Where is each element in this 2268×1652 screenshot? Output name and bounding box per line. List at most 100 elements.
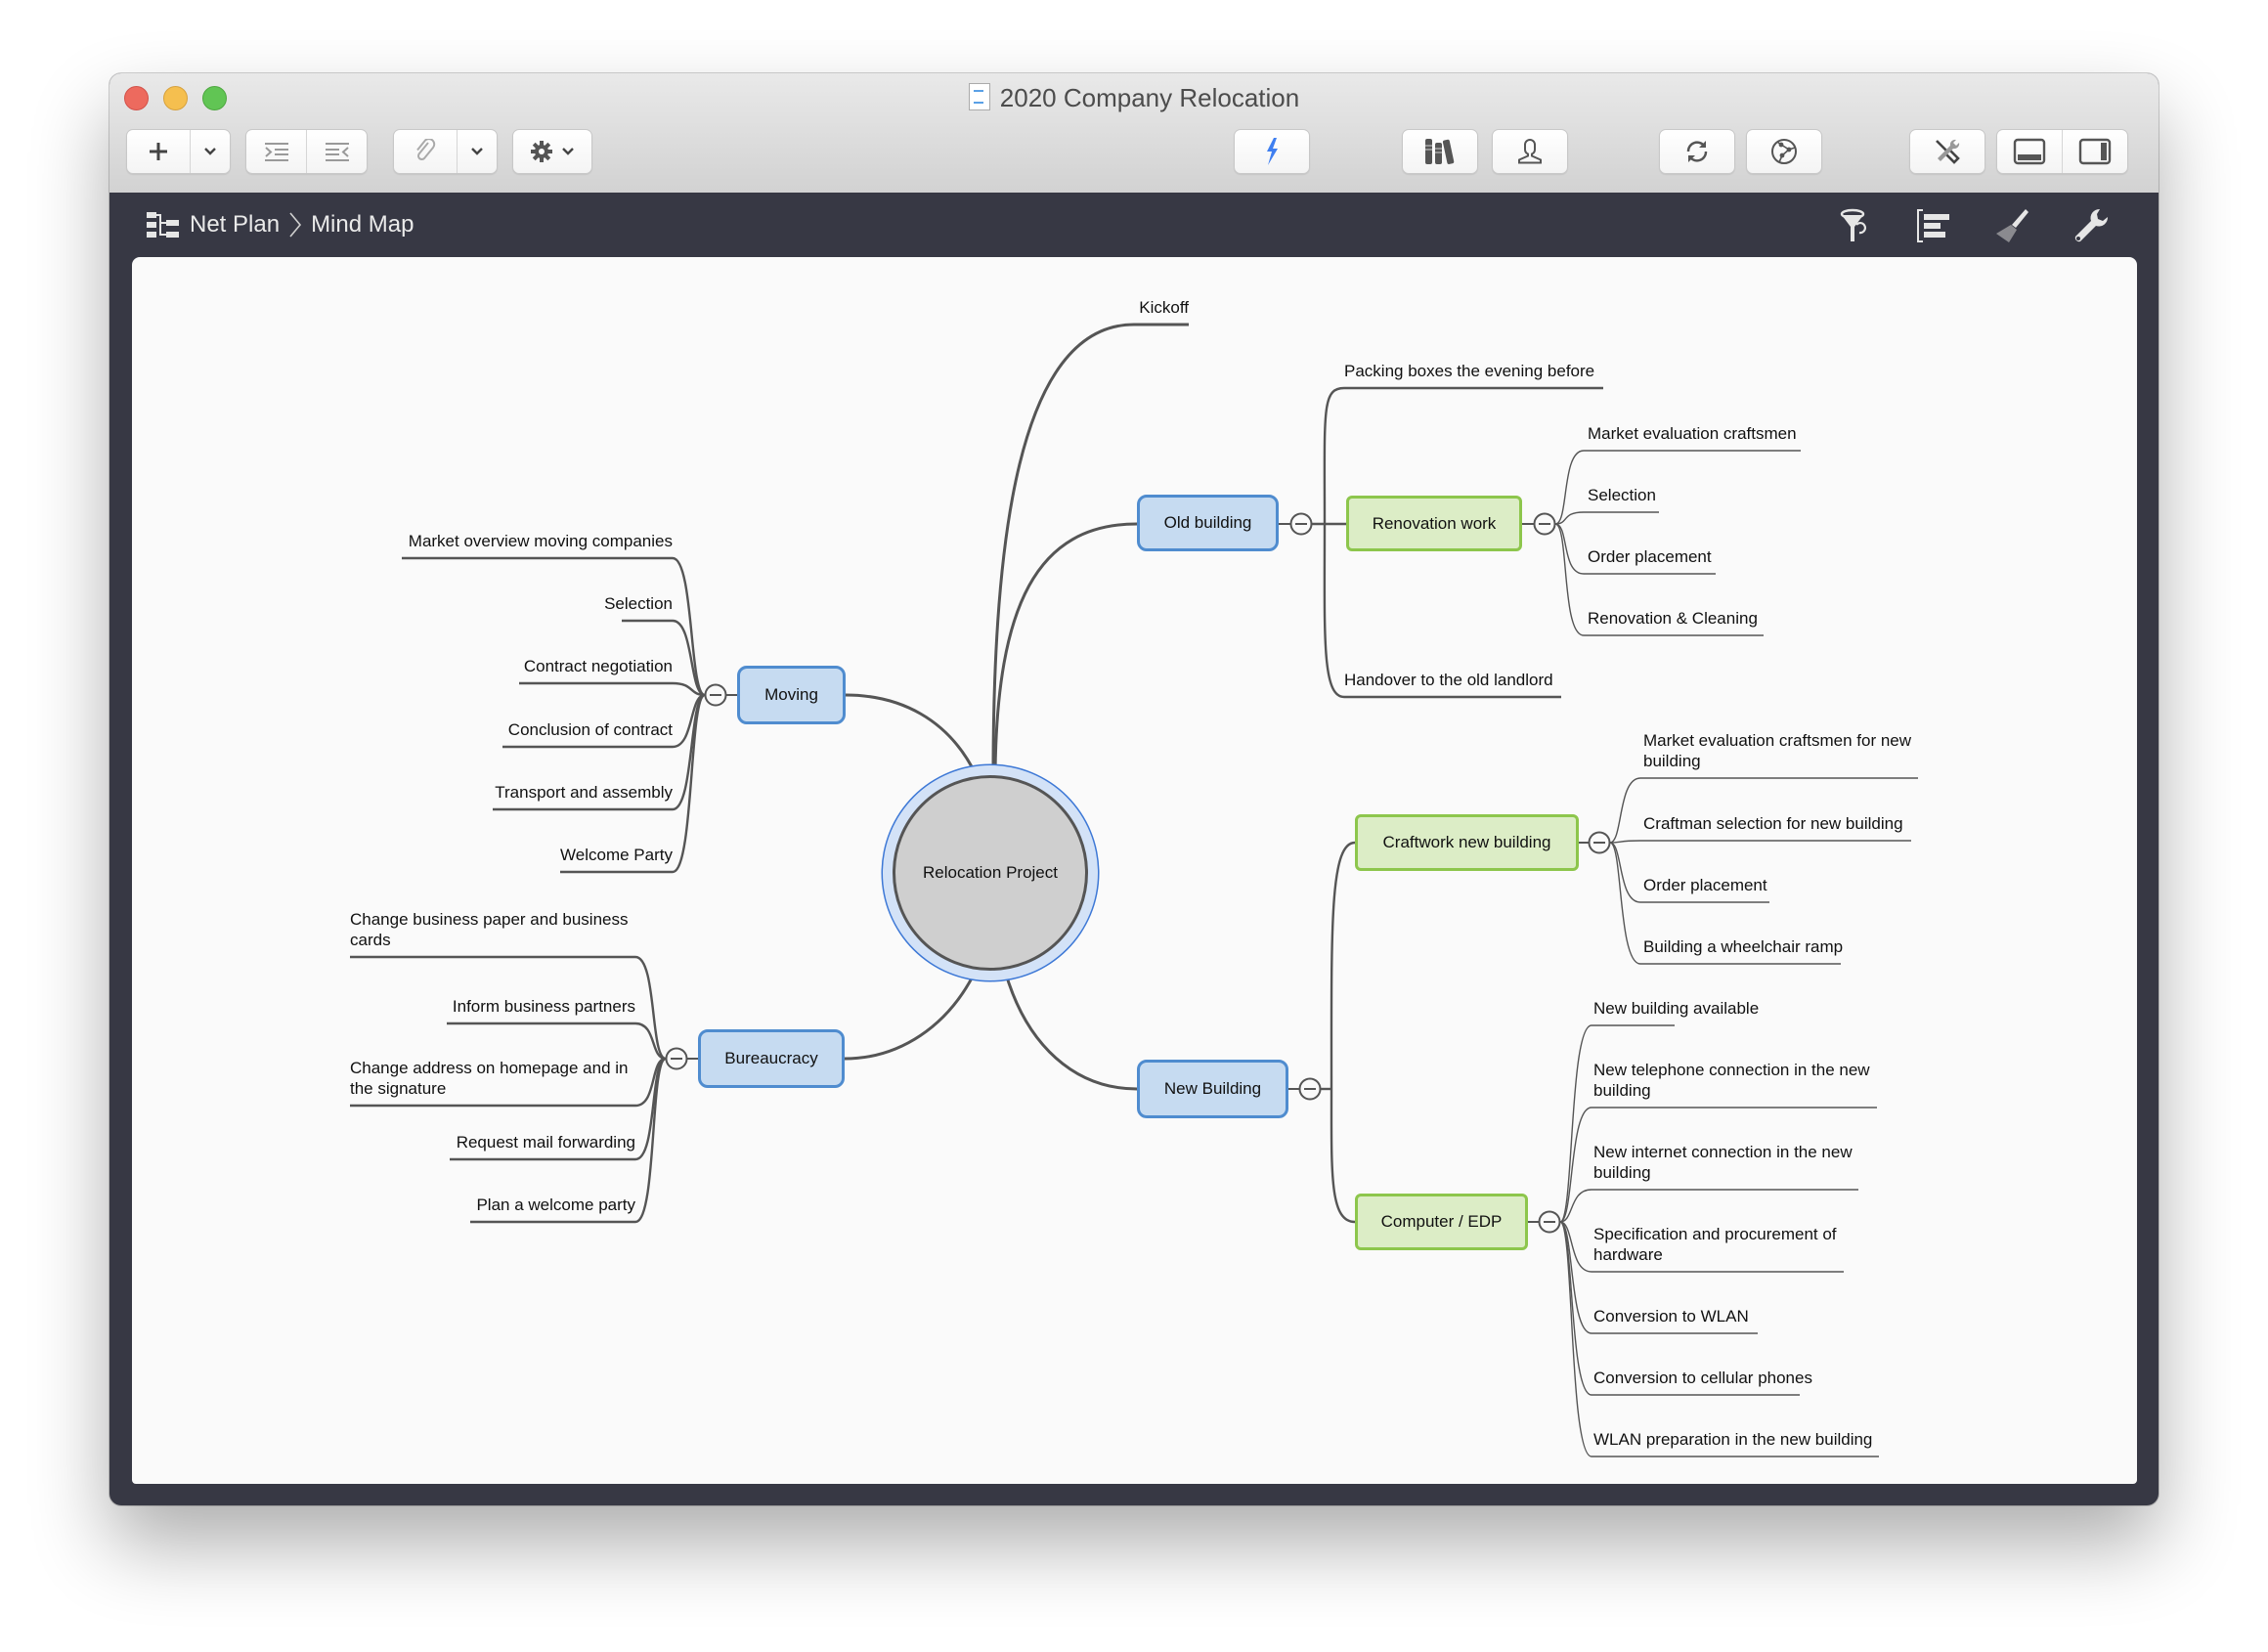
resources-button[interactable] xyxy=(1492,129,1568,174)
add-menu-button[interactable] xyxy=(190,130,230,173)
node-label: Bureaucracy xyxy=(724,1049,818,1067)
leaf-bureaucracy-4[interactable]: Plan a welcome party xyxy=(476,1195,635,1215)
link-button[interactable] xyxy=(394,130,457,173)
node-label: Old building xyxy=(1163,513,1252,532)
breadcrumb: Net Plan Mind Map xyxy=(147,210,414,239)
leaf-kickoff[interactable]: Kickoff xyxy=(1139,297,1189,318)
filter-icon[interactable] xyxy=(1836,206,1875,245)
chevron-down-icon xyxy=(471,148,483,155)
link-button-group xyxy=(393,129,498,174)
leaf-craftwork-3[interactable]: Building a wheelchair ramp xyxy=(1643,936,1843,957)
sync-button-content xyxy=(1660,130,1734,173)
leaf-computer-4[interactable]: Conversion to WLAN xyxy=(1593,1306,1749,1326)
leaf-bureaucracy-2[interactable]: Change address on homepage and in the si… xyxy=(350,1058,629,1099)
topic-new-building[interactable]: New Building xyxy=(1137,1060,1288,1118)
leaf-craftwork-0[interactable]: Market evaluation craftsmen for new buil… xyxy=(1643,730,1911,771)
tools-button-content xyxy=(1910,130,1984,173)
mind-map-canvas[interactable]: Kickoff Moving Market overview moving comp… xyxy=(132,257,2137,1484)
leaf-computer-1[interactable]: New telephone connection in the new buil… xyxy=(1593,1060,1870,1101)
connector-computer-child xyxy=(1559,1189,1858,1223)
leaf-computer-5[interactable]: Conversion to cellular phones xyxy=(1593,1368,1812,1388)
breadcrumb-item-mind-map[interactable]: Mind Map xyxy=(311,211,414,239)
leaf-computer-2[interactable]: New internet connection in the new build… xyxy=(1593,1142,1853,1183)
document-icon xyxy=(968,83,990,110)
collapse-moving[interactable] xyxy=(704,683,727,707)
lightning-button[interactable] xyxy=(1234,129,1310,174)
connector-moving xyxy=(845,693,978,775)
connector-old-building xyxy=(993,522,1138,773)
leaf-packing[interactable]: Packing boxes the evening before xyxy=(1344,361,1594,381)
tools-button[interactable] xyxy=(1909,129,1985,174)
leaf-moving-3[interactable]: Conclusion of contract xyxy=(508,719,673,740)
network-button-content xyxy=(1747,130,1821,173)
leaf-moving-1[interactable]: Selection xyxy=(604,593,673,614)
settings-button[interactable] xyxy=(512,129,592,174)
topic-craftwork-new-building[interactable]: Craftwork new building xyxy=(1355,814,1579,871)
tools-icon xyxy=(1936,139,1960,164)
window-title: 2020 Company Relocation xyxy=(109,83,2159,113)
leaf-bureaucracy-3[interactable]: Request mail forwarding xyxy=(457,1132,635,1152)
outdent-icon xyxy=(325,143,349,161)
plus-icon xyxy=(150,143,167,160)
resources-button-content xyxy=(1493,130,1567,173)
window-title-text: 2020 Company Relocation xyxy=(999,83,1300,112)
network-button[interactable] xyxy=(1746,129,1822,174)
topic-moving[interactable]: Moving xyxy=(737,666,846,724)
topic-old-building[interactable]: Old building xyxy=(1137,495,1279,551)
leaf-moving-5[interactable]: Welcome Party xyxy=(560,845,673,865)
add-button-group xyxy=(126,129,231,174)
bottom-panel-icon xyxy=(2013,138,2046,165)
collapse-new-building[interactable] xyxy=(1298,1077,1322,1101)
leaf-bureaucracy-1[interactable]: Inform business partners xyxy=(453,996,635,1017)
add-button[interactable] xyxy=(127,130,190,173)
leaf-bureaucracy-0[interactable]: Change business paper and business cards xyxy=(350,909,628,950)
bottom-panel-button[interactable] xyxy=(1997,130,2062,173)
leaf-moving-0[interactable]: Market overview moving companies xyxy=(409,531,673,551)
leaf-handover[interactable]: Handover to the old landlord xyxy=(1344,670,1553,690)
leaf-moving-4[interactable]: Transport and assembly xyxy=(495,782,673,803)
leaf-craftwork-2[interactable]: Order placement xyxy=(1643,875,1767,895)
indent-button[interactable] xyxy=(246,130,306,173)
root-label: Relocation Project xyxy=(923,863,1058,882)
connector-new-child xyxy=(1330,841,1356,1090)
app-window: 2020 Company Relocation Net Plan Mind Ma… xyxy=(109,73,2159,1505)
chevron-down-icon xyxy=(204,148,216,155)
lightning-icon xyxy=(1267,138,1278,165)
leaf-computer-6[interactable]: WLAN preparation in the new building xyxy=(1593,1429,1872,1450)
connector-bureaucracy-child xyxy=(447,1022,667,1061)
leaf-craftwork-1[interactable]: Craftman selection for new building xyxy=(1643,813,1903,834)
leaf-renovation-2[interactable]: Order placement xyxy=(1588,546,1712,567)
books-icon xyxy=(1425,139,1455,164)
leaf-moving-2[interactable]: Contract negotiation xyxy=(524,656,673,676)
indent-button-group xyxy=(245,129,368,174)
root-topic[interactable]: Relocation Project xyxy=(893,775,1088,971)
leaf-renovation-0[interactable]: Market evaluation craftsmen xyxy=(1588,423,1797,444)
indent-icon xyxy=(264,143,288,161)
link-menu-button[interactable] xyxy=(457,130,497,173)
sync-icon xyxy=(1686,141,1708,162)
collapse-computer[interactable] xyxy=(1538,1210,1561,1234)
topic-renovation-work[interactable]: Renovation work xyxy=(1346,496,1522,551)
breadcrumb-item-net-plan[interactable]: Net Plan xyxy=(190,211,280,239)
wrench-icon[interactable] xyxy=(2071,206,2110,245)
leaf-renovation-3[interactable]: Renovation & Cleaning xyxy=(1588,608,1758,629)
leaf-computer-0[interactable]: New building available xyxy=(1593,998,1759,1019)
leaf-renovation-1[interactable]: Selection xyxy=(1588,485,1656,505)
collapse-craftwork[interactable] xyxy=(1588,831,1611,854)
collapse-old-building[interactable] xyxy=(1289,512,1313,536)
side-panel-button[interactable] xyxy=(2062,130,2127,173)
leaf-computer-3[interactable]: Specification and procurement of hardwar… xyxy=(1593,1224,1837,1265)
topic-computer-edp[interactable]: Computer / EDP xyxy=(1355,1194,1528,1250)
paperclip-icon xyxy=(416,139,436,161)
library-button[interactable] xyxy=(1402,129,1478,174)
outdent-button[interactable] xyxy=(306,130,367,173)
connector-moving-child xyxy=(519,681,706,697)
sync-button[interactable] xyxy=(1659,129,1735,174)
connector-craftwork-child xyxy=(1609,840,1911,844)
collapse-renovation[interactable] xyxy=(1533,512,1556,536)
brush-icon[interactable] xyxy=(1992,206,2031,245)
topic-bureaucracy[interactable]: Bureaucracy xyxy=(698,1029,845,1088)
connector-bureaucracy xyxy=(844,970,978,1061)
collapse-bureaucracy[interactable] xyxy=(665,1047,688,1070)
outline-icon[interactable] xyxy=(1914,206,1953,245)
